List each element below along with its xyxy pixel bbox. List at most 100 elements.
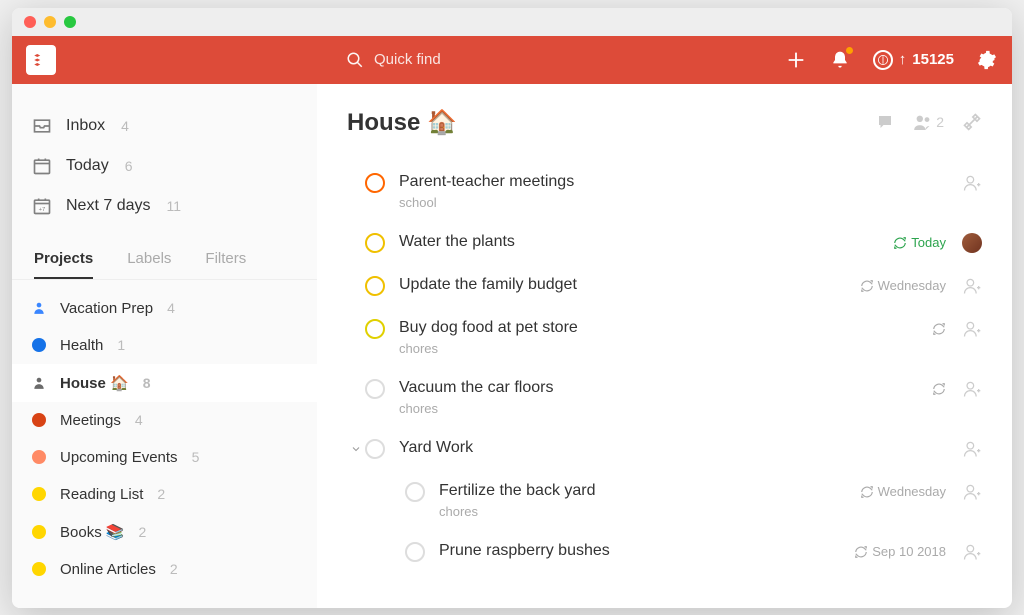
- task-row[interactable]: Buy dog food at pet storechores: [347, 309, 982, 369]
- sidebar-project-item[interactable]: Meetings4: [12, 402, 317, 439]
- recurring-icon: [932, 322, 946, 336]
- task-row[interactable]: Yard Work: [347, 429, 982, 472]
- project-count: 4: [135, 412, 143, 428]
- comment-icon: [875, 113, 895, 131]
- calendar-week-icon: +7: [32, 196, 52, 216]
- topbar: ↑ 15125: [12, 36, 1012, 84]
- recurring-icon: [854, 545, 868, 559]
- share-count: 2: [936, 114, 944, 130]
- tab-filters[interactable]: Filters: [205, 250, 246, 279]
- close-icon[interactable]: [24, 16, 36, 28]
- sidebar-project-item[interactable]: Vacation Prep4: [12, 290, 317, 327]
- sidebar-project-item[interactable]: Health1: [12, 327, 317, 364]
- task-handle: [347, 173, 365, 193]
- recurring-icon: [860, 485, 874, 499]
- tools-icon: [962, 112, 982, 132]
- task-title: Buy dog food at pet store: [399, 319, 932, 337]
- assign-person-button[interactable]: [962, 482, 982, 502]
- tab-labels[interactable]: Labels: [127, 250, 171, 279]
- task-title: Prune raspberry bushes: [439, 542, 854, 560]
- main-panel: House 🏠 2 Parent-teacher meetings school W…: [317, 84, 1012, 608]
- task-row[interactable]: Parent-teacher meetings school: [347, 163, 982, 223]
- karma-level-icon: [873, 50, 893, 70]
- task-handle: [387, 542, 405, 562]
- project-name: Vacation Prep: [60, 300, 153, 317]
- notifications-button[interactable]: [829, 49, 851, 71]
- sidebar-project-item[interactable]: Books 📚2: [12, 513, 317, 551]
- project-color-icon: [32, 413, 46, 427]
- share-button[interactable]: 2: [913, 114, 944, 130]
- maximize-icon[interactable]: [64, 16, 76, 28]
- sidebar-project-item[interactable]: Reading List2: [12, 476, 317, 513]
- sidebar-project-item[interactable]: Online Articles 2: [12, 551, 317, 588]
- project-name: Reading List: [60, 486, 143, 503]
- task-title: Parent-teacher meetings: [399, 173, 962, 191]
- task-meta: [962, 439, 982, 459]
- main-header: House 🏠 2: [347, 108, 982, 137]
- topbar-actions: ↑ 15125: [785, 49, 998, 71]
- task-list: Parent-teacher meetings school Water the p…: [347, 163, 982, 575]
- project-color-icon: [32, 562, 46, 576]
- assign-person-button[interactable]: [962, 542, 982, 562]
- chevron-down-icon[interactable]: [347, 439, 365, 459]
- more-actions-button[interactable]: [962, 112, 982, 132]
- task-checkbox[interactable]: [365, 379, 385, 399]
- comments-button[interactable]: [875, 113, 895, 131]
- task-body: Prune raspberry bushes: [439, 542, 854, 560]
- task-meta: [932, 319, 982, 339]
- assign-person-button[interactable]: [962, 319, 982, 339]
- project-name: Online Articles: [60, 561, 156, 578]
- task-row[interactable]: Prune raspberry bushesSep 10 2018: [347, 532, 982, 575]
- task-row[interactable]: Vacuum the car floorschores: [347, 369, 982, 429]
- assignee-avatar-icon[interactable]: [962, 233, 982, 253]
- project-color-icon: [32, 338, 46, 352]
- assign-person-button[interactable]: [962, 379, 982, 399]
- project-color-icon: [32, 487, 46, 501]
- task-meta: Today: [893, 233, 982, 253]
- recurring-icon: [932, 382, 946, 396]
- task-row[interactable]: Fertilize the back yardchoresWednesday: [347, 472, 982, 532]
- sidebar-next7[interactable]: +7 Next 7 days 11: [12, 186, 317, 226]
- task-row[interactable]: Water the plantsToday: [347, 223, 982, 266]
- task-checkbox[interactable]: [365, 439, 385, 459]
- assign-person-button[interactable]: [962, 173, 982, 193]
- task-due-text: Wednesday: [878, 278, 946, 293]
- task-body: Parent-teacher meetings school: [399, 173, 962, 210]
- task-due-text: Wednesday: [878, 484, 946, 499]
- task-checkbox[interactable]: [365, 276, 385, 296]
- add-task-button[interactable]: [785, 49, 807, 71]
- app-logo-icon[interactable]: [26, 45, 56, 75]
- settings-button[interactable]: [976, 49, 998, 71]
- assign-person-button[interactable]: [962, 439, 982, 459]
- tab-projects[interactable]: Projects: [34, 250, 93, 279]
- sidebar-inbox[interactable]: Inbox 4: [12, 106, 317, 146]
- task-checkbox[interactable]: [405, 482, 425, 502]
- task-checkbox[interactable]: [405, 542, 425, 562]
- assign-person-button[interactable]: [962, 276, 982, 296]
- minimize-icon[interactable]: [44, 16, 56, 28]
- today-label: Today: [66, 157, 109, 175]
- task-checkbox[interactable]: [365, 319, 385, 339]
- task-due: [932, 322, 946, 336]
- sidebar-project-item[interactable]: House 🏠8: [12, 364, 317, 402]
- task-checkbox[interactable]: [365, 173, 385, 193]
- project-count: 2: [170, 561, 178, 577]
- inbox-count: 4: [121, 118, 129, 134]
- next7-count: 11: [166, 198, 181, 214]
- task-checkbox[interactable]: [365, 233, 385, 253]
- today-count: 6: [125, 158, 133, 174]
- mac-titlebar: [12, 8, 1012, 36]
- karma-badge[interactable]: ↑ 15125: [873, 50, 954, 70]
- task-label: school: [399, 195, 962, 210]
- task-meta: [932, 379, 982, 399]
- project-title: House 🏠: [347, 108, 457, 137]
- task-title: Yard Work: [399, 439, 962, 457]
- project-count: 5: [192, 449, 200, 465]
- inbox-icon: [32, 116, 52, 136]
- search-box[interactable]: [346, 51, 573, 69]
- sidebar-today[interactable]: Today 6: [12, 146, 317, 186]
- search-input[interactable]: [374, 51, 573, 68]
- sidebar-project-item[interactable]: Upcoming Events5: [12, 439, 317, 476]
- task-row[interactable]: Update the family budgetWednesday: [347, 266, 982, 309]
- karma-points: 15125: [912, 51, 954, 68]
